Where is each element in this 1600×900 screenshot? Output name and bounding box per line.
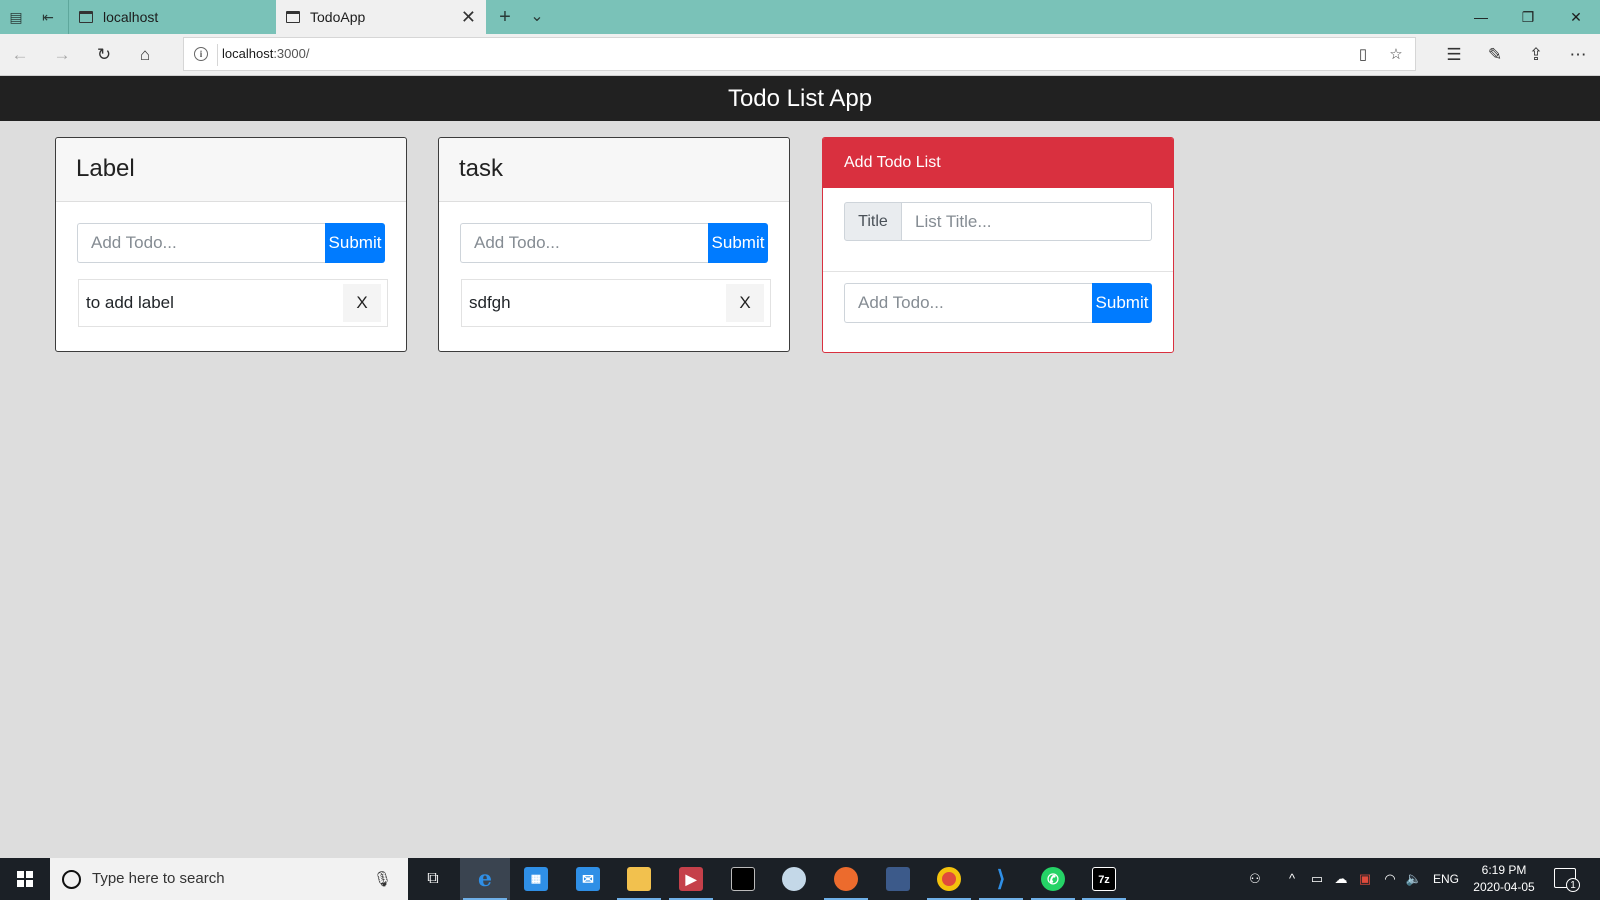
people-icon[interactable]: ⚇ [1244, 858, 1266, 900]
battery-icon[interactable]: ▭ [1307, 858, 1327, 900]
favorite-star-icon[interactable]: ☆ [1386, 45, 1406, 65]
add-list-header: Add Todo List [823, 138, 1173, 188]
add-todo-input[interactable] [460, 223, 708, 263]
add-todo-form: Submit [844, 283, 1152, 323]
todo-item: to add label X [78, 279, 388, 327]
page-icon [286, 11, 300, 23]
share-icon[interactable]: ⇪ [1524, 43, 1548, 67]
close-window-icon[interactable]: ✕ [1561, 5, 1591, 29]
submit-button[interactable]: Submit [1092, 283, 1152, 323]
favorites-list-icon[interactable]: ☰ [1442, 43, 1466, 67]
back-arrow-icon[interactable]: ← [8, 43, 32, 67]
todo-text: to add label [86, 293, 174, 312]
sql-server-icon[interactable] [873, 858, 923, 900]
address-divider [217, 44, 218, 66]
web-note-pen-icon[interactable]: ✎ [1483, 43, 1507, 67]
7zip-icon[interactable]: 7z [1079, 858, 1129, 900]
terminal-icon[interactable] [718, 858, 768, 900]
show-hidden-icons-chevron-icon[interactable]: ^ [1283, 858, 1301, 900]
more-options-icon[interactable]: ⋯ [1566, 43, 1590, 67]
set-tabs-aside-icon[interactable]: ⇤ [38, 7, 58, 27]
list-title-form: Title [844, 202, 1152, 241]
taskbar-search-box[interactable]: Type here to search 🎙 [50, 858, 408, 900]
todo-list-card: Label Submit to add label X [55, 137, 407, 352]
windows-taskbar: Type here to search 🎙 ⧉ e ▦ ✉ ▶ ⟩ ✆ 7z ⚇… [0, 858, 1600, 900]
reading-view-icon[interactable]: ▯ [1353, 45, 1373, 65]
task-view-icon[interactable]: ⧉ [408, 858, 458, 900]
firefox-icon[interactable] [821, 858, 871, 900]
cortana-icon [62, 870, 81, 889]
new-tab-button[interactable]: + [495, 7, 515, 27]
list-title-input[interactable] [902, 202, 1152, 241]
start-button[interactable] [0, 858, 50, 900]
minimize-icon[interactable]: — [1466, 5, 1496, 29]
tab-todoapp[interactable]: TodoApp ✕ [276, 0, 486, 34]
restore-icon[interactable]: ❐ [1513, 5, 1543, 29]
paint-icon[interactable] [769, 858, 819, 900]
url-text[interactable]: localhost:3000/ [222, 38, 309, 70]
tab-label: TodoApp [310, 9, 366, 25]
add-todo-form: Submit [77, 223, 385, 263]
tabs-aside-icon[interactable]: ▤ [6, 7, 26, 27]
app-header: Todo List App [0, 76, 1600, 121]
delete-todo-button[interactable]: X [343, 284, 381, 322]
site-info-icon[interactable]: i [194, 47, 208, 61]
clock-date: 2020-04-05 [1473, 880, 1535, 894]
taskbar-clock[interactable]: 6:19 PM 2020-04-05 [1464, 862, 1544, 896]
notification-count-badge: 1 [1566, 878, 1580, 892]
security-alert-icon[interactable]: ▣ [1356, 858, 1374, 900]
page-icon [79, 11, 93, 23]
tab-label: localhost [103, 9, 159, 25]
title-label: Title [844, 202, 902, 241]
microphone-icon[interactable]: 🎙 [373, 870, 392, 888]
tab-list-chevron-icon[interactable]: ⌄ [527, 7, 547, 27]
edge-icon[interactable]: e [460, 858, 510, 900]
language-indicator[interactable]: ENG [1431, 858, 1461, 900]
browser-toolbar: ← → ↻ ⌂ i localhost:3000/ ▯ ☆ ☰ ✎ ⇪ ⋯ [0, 34, 1600, 76]
delete-todo-button[interactable]: X [726, 284, 764, 322]
close-tab-icon[interactable]: ✕ [461, 7, 476, 27]
todo-text: sdfgh [469, 293, 511, 312]
add-todo-input[interactable] [77, 223, 325, 263]
tab-localhost[interactable]: localhost [68, 0, 276, 34]
whatsapp-icon[interactable]: ✆ [1028, 858, 1078, 900]
search-placeholder: Type here to search [92, 870, 225, 887]
address-bar[interactable]: i localhost:3000/ ▯ ☆ [183, 37, 1416, 71]
home-icon[interactable]: ⌂ [133, 43, 157, 67]
todo-list-card: task Submit sdfgh X [438, 137, 790, 352]
refresh-icon[interactable]: ↻ [92, 43, 116, 67]
store-icon[interactable]: ▦ [511, 858, 561, 900]
add-todo-form: Submit [460, 223, 768, 263]
mail-icon[interactable]: ✉ [563, 858, 613, 900]
forward-arrow-icon[interactable]: → [50, 43, 74, 67]
submit-button[interactable]: Submit [708, 223, 768, 263]
add-todo-input[interactable] [844, 283, 1092, 323]
browser-tab-strip: ▤ ⇤ localhost TodoApp ✕ + ⌄ — ❐ ✕ [0, 0, 1600, 34]
file-explorer-icon[interactable] [614, 858, 664, 900]
divider [823, 271, 1173, 272]
add-todo-list-card: Add Todo List Title Submit [822, 137, 1174, 353]
vscode-icon[interactable]: ⟩ [976, 858, 1026, 900]
app-title: Todo List App [727, 85, 873, 112]
onedrive-icon[interactable]: ☁ [1331, 858, 1351, 900]
media-player-icon[interactable]: ▶ [666, 858, 716, 900]
todo-item: sdfgh X [461, 279, 771, 327]
wifi-icon[interactable]: ◠ [1381, 858, 1399, 900]
chrome-icon[interactable] [924, 858, 974, 900]
windows-logo-icon [17, 871, 33, 887]
list-title: task [439, 138, 789, 202]
submit-button[interactable]: Submit [325, 223, 385, 263]
volume-icon[interactable]: 🔈 [1405, 858, 1423, 900]
list-title: Label [56, 138, 406, 202]
clock-time: 6:19 PM [1481, 863, 1527, 877]
